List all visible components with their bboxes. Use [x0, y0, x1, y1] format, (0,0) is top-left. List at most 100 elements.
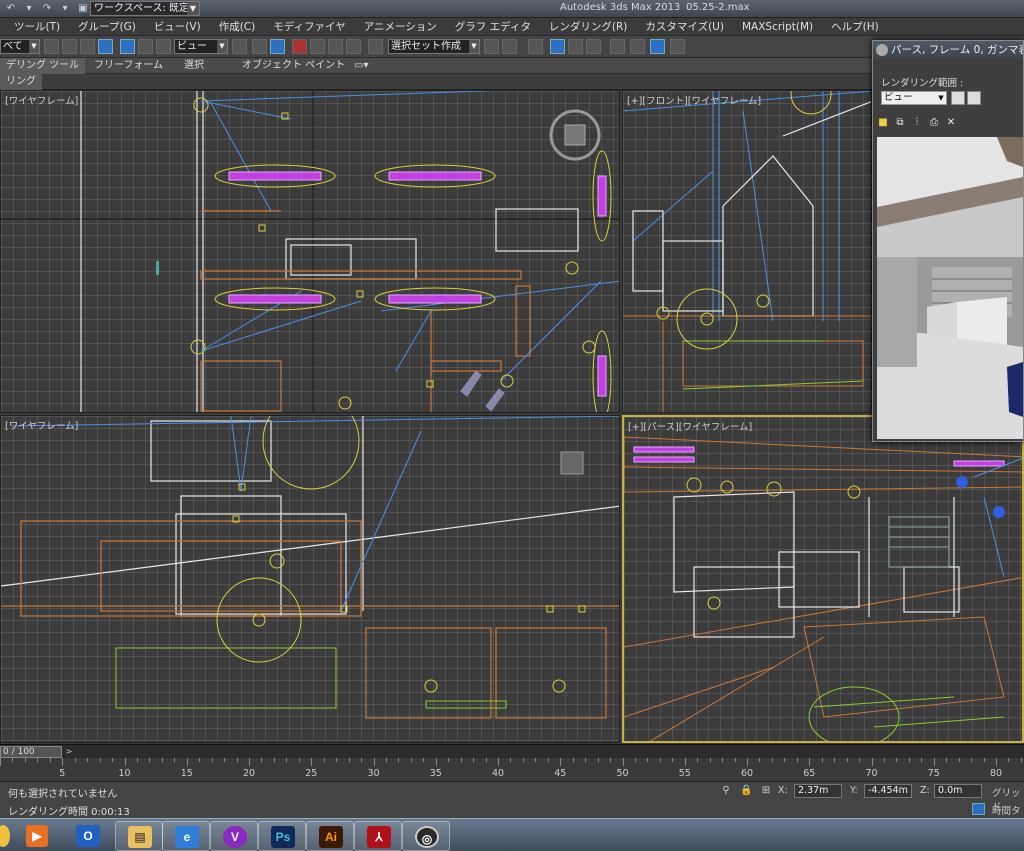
internet-explorer-icon[interactable]: e — [162, 821, 210, 851]
save-image-icon[interactable]: ■ — [877, 117, 889, 129]
select-object-icon[interactable] — [44, 39, 59, 54]
menu-item-group[interactable]: グループ(G) — [69, 18, 145, 35]
viewport-left[interactable]: [ワイヤフレーム] — [0, 415, 620, 743]
curve-editor-icon[interactable] — [568, 39, 583, 54]
redo-icon[interactable]: ↷ — [40, 2, 54, 15]
start-button[interactable] — [0, 821, 12, 851]
select-move-icon[interactable] — [120, 39, 135, 54]
outlook-icon[interactable]: O — [68, 821, 106, 851]
align-icon[interactable] — [502, 39, 517, 54]
copy-image-icon[interactable]: ⧉ — [894, 117, 906, 129]
next-frame-icon[interactable]: > — [64, 746, 74, 758]
render-setup-icon[interactable] — [630, 39, 645, 54]
timeline-tick-label: 35 — [429, 768, 442, 779]
rendered-frame-window[interactable]: パース, フレーム 0, ガンマ表示 レンダリング範囲 : ビュー ▼ ■ ⧉ … — [872, 40, 1024, 442]
x-coord-field[interactable]: 2.37m — [794, 784, 842, 798]
dropdown-arrow-icon[interactable]: ▾ — [22, 2, 36, 15]
render-area-dropdown[interactable]: ビュー ▼ — [881, 91, 947, 105]
edit-named-sets-icon[interactable] — [368, 39, 383, 54]
viewport-perspective[interactable]: [+][パース][ワイヤフレーム] — [622, 415, 1024, 743]
timeline-tick-label: 50 — [616, 768, 629, 779]
tab-object-paint[interactable]: オブジェクト ペイント — [242, 58, 345, 74]
graphite-ribbon-icon[interactable] — [550, 39, 565, 54]
menu-item-rendering[interactable]: レンダリング(R) — [540, 18, 637, 35]
timeline-tick — [0, 758, 1, 766]
photoshop-icon[interactable]: Ps — [258, 821, 306, 851]
3ds-max-taskbar-icon[interactable]: ◎ — [402, 821, 450, 851]
viewport-label[interactable]: [+][フロント][ワイヤフレーム] — [627, 93, 761, 107]
y-coord-field[interactable]: -4.454m — [864, 784, 912, 798]
ribbon-subpanel-label[interactable]: リング — [0, 74, 42, 90]
menu-item-view[interactable]: ビュー(V) — [145, 18, 210, 35]
project-folder-icon[interactable]: ▣ — [76, 2, 90, 15]
keyboard-shortcut-icon[interactable] — [270, 39, 285, 54]
workspace-select[interactable]: ワークスペース: 既定 ▼ — [90, 1, 200, 16]
rect-selection-icon[interactable] — [80, 39, 95, 54]
timeline-tick — [323, 758, 325, 762]
layer-manager-icon[interactable] — [528, 39, 543, 54]
auto-region-icon[interactable] — [967, 91, 981, 105]
graphite-ribbon: デリング ツール フリーフォーム 選択 オブジェクト ペイント ▭▾ — [0, 58, 880, 74]
z-coord-field[interactable]: 0.0m — [934, 784, 982, 798]
pivot-center-icon[interactable] — [232, 39, 247, 54]
timeline-tick-label: 40 — [491, 768, 505, 779]
selection-filter-dropdown[interactable]: べて ▼ — [0, 39, 40, 54]
spinner-snap-icon[interactable] — [346, 39, 361, 54]
manipulate-icon[interactable] — [252, 39, 267, 54]
named-selection-dropdown[interactable]: 選択セット作成 ▼ — [388, 39, 480, 54]
schematic-view-icon[interactable] — [586, 39, 601, 54]
vectorworks-icon[interactable]: V — [210, 821, 258, 851]
viewport-front[interactable]: [+][フロント][ワイヤフレーム] — [622, 90, 872, 413]
snap-toggle-icon[interactable] — [292, 39, 307, 54]
select-scale-icon[interactable] — [156, 39, 171, 54]
rendered-frame-window-icon[interactable] — [650, 39, 665, 54]
menu-item-tools[interactable]: ツール(T) — [0, 18, 69, 35]
ribbon-options-icon[interactable]: ▭▾ — [354, 58, 368, 74]
clone-frame-icon[interactable]: ⫶ — [911, 117, 923, 129]
tab-selection[interactable]: 選択 — [184, 58, 204, 74]
window-crossing-icon[interactable] — [98, 39, 113, 54]
render-window-titlebar[interactable]: パース, フレーム 0, ガンマ表示 — [873, 41, 1023, 59]
add-time-tag-icon[interactable] — [972, 803, 985, 815]
edit-region-icon[interactable] — [951, 91, 965, 105]
media-player-icon[interactable]: ▶ — [22, 821, 52, 851]
illustrator-icon[interactable]: Ai — [306, 821, 354, 851]
menu-item-create[interactable]: 作成(C) — [210, 18, 265, 35]
timeline-tick — [908, 758, 910, 762]
viewport-top[interactable]: [ワイヤフレーム] — [0, 90, 620, 413]
angle-snap-icon[interactable] — [310, 39, 325, 54]
clear-icon[interactable]: ✕ — [945, 117, 957, 129]
tab-freeform[interactable]: フリーフォーム — [94, 58, 163, 74]
undo-icon[interactable]: ↶ — [4, 2, 18, 15]
menu-item-maxscript[interactable]: MAXScript(M) — [733, 18, 822, 35]
mirror-icon[interactable] — [484, 39, 499, 54]
menu-item-animation[interactable]: アニメーション — [355, 18, 446, 35]
dropdown-arrow-icon[interactable]: ▾ — [58, 2, 72, 15]
menu-item-graph-editors[interactable]: グラフ エディタ — [446, 18, 540, 35]
timeline-tick — [49, 758, 51, 762]
track-bar[interactable]: 5 10 15 20 25 30 35 40 45 50 55 60 65 70 75 80 — [0, 758, 1024, 782]
menu-item-help[interactable]: ヘルプ(H) — [822, 18, 888, 35]
render-production-icon[interactable] — [670, 39, 685, 54]
timeline-tick — [684, 758, 686, 766]
ref-coord-dropdown[interactable]: ビュー ▼ — [174, 39, 228, 54]
menu-item-customize[interactable]: カスタマイズ(U) — [636, 18, 733, 35]
percent-snap-icon[interactable] — [328, 39, 343, 54]
time-slider-knob[interactable]: 0 / 100 — [0, 746, 62, 758]
select-rotate-icon[interactable] — [138, 39, 153, 54]
tab-modeling-tools[interactable]: デリング ツール — [0, 58, 86, 74]
absolute-mode-icon[interactable]: ⊞ — [760, 785, 772, 797]
file-title: 05.25-2.max — [686, 2, 750, 13]
acrobat-icon[interactable]: ⅄ — [354, 821, 402, 851]
viewport-label[interactable]: [ワイヤフレーム] — [5, 418, 78, 432]
menu-item-modifiers[interactable]: モディファイヤ — [264, 18, 354, 35]
print-icon[interactable]: ⎙ — [928, 117, 940, 129]
viewport-label[interactable]: [ワイヤフレーム] — [5, 93, 78, 107]
select-by-name-icon[interactable] — [62, 39, 77, 54]
viewport-label[interactable]: [+][パース][ワイヤフレーム] — [628, 419, 752, 433]
isolate-icon[interactable]: ⚲ — [720, 785, 732, 797]
file-explorer-icon[interactable]: ▤ — [115, 821, 163, 851]
time-slider[interactable]: 0 / 100 > — [0, 744, 1024, 758]
material-editor-icon[interactable] — [610, 39, 625, 54]
lock-selection-icon[interactable]: 🔒 — [740, 785, 752, 797]
